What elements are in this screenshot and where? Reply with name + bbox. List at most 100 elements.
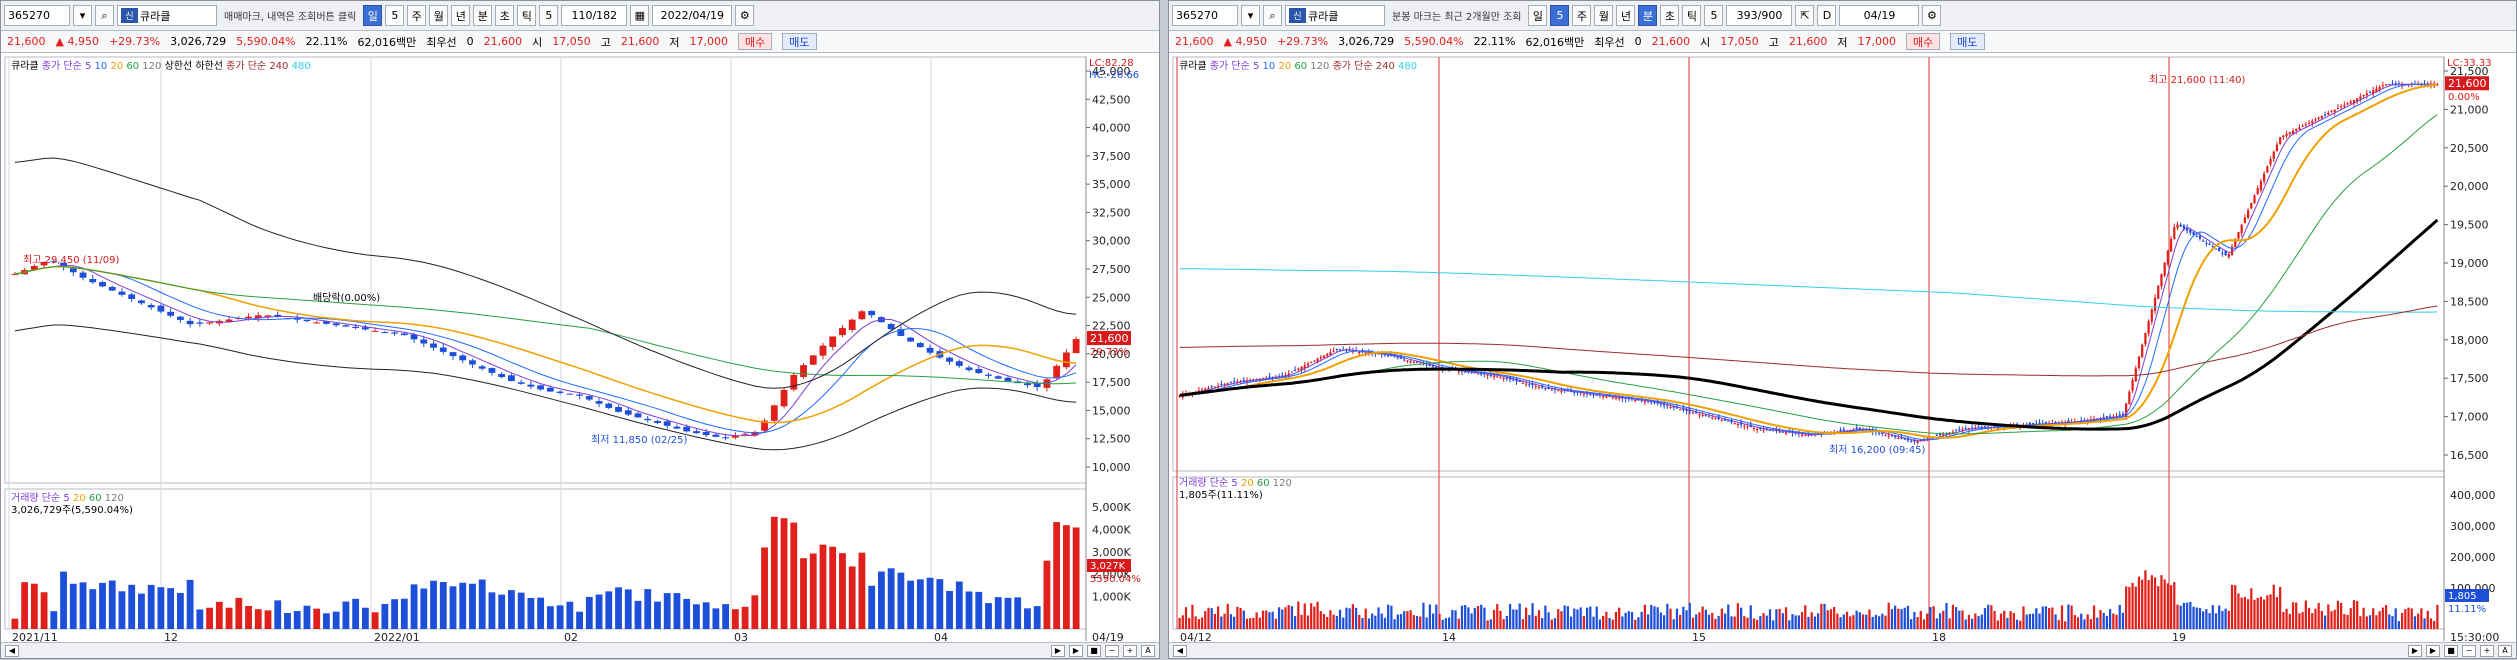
candle-body <box>2298 127 2301 130</box>
volume-bar <box>1964 619 1967 629</box>
volume-bar <box>1216 606 1220 629</box>
y-tick-label: 20,000 <box>2450 180 2489 193</box>
candle-body <box>2384 84 2388 86</box>
candle-body <box>2282 135 2285 138</box>
volume-bar <box>2275 597 2279 629</box>
volume-bar <box>1062 525 1070 629</box>
volume-bar <box>1563 605 1566 629</box>
candle-body <box>1605 396 1608 398</box>
candle-body <box>2246 210 2250 218</box>
volume-bar <box>11 618 19 629</box>
candle-body <box>245 316 252 319</box>
volume-bar <box>459 582 467 629</box>
volume-bar <box>1894 605 1897 629</box>
candle-body <box>2256 188 2259 195</box>
volume-bar <box>1499 610 1502 629</box>
candle-body <box>1332 350 1335 352</box>
candle-body <box>1691 412 1695 414</box>
volume-bar <box>1274 618 1277 629</box>
volume-bar <box>1897 608 1900 629</box>
volume-bar <box>2157 586 2160 629</box>
current-price-tag-label: 21,600 <box>1090 332 1129 345</box>
candle-body <box>1528 384 1531 386</box>
volume-bar <box>1945 602 1948 629</box>
volume-bar <box>858 552 866 629</box>
volume-bar <box>1297 601 1300 629</box>
scroll-right-icon[interactable]: ▶ <box>2408 644 2422 657</box>
volume-bar <box>89 589 97 629</box>
candle-body <box>1409 361 1412 363</box>
volume-bar <box>517 592 525 629</box>
volume-tick-label: 300,000 <box>2450 520 2496 533</box>
volume-bar <box>1486 620 1489 629</box>
scroll-left-icon[interactable]: ◀ <box>5 644 19 657</box>
play-icon[interactable]: ▶ <box>1069 644 1083 657</box>
volume-bar <box>2134 586 2137 629</box>
candle-body <box>303 319 311 322</box>
volume-bar <box>1733 616 1736 629</box>
minute-candlestick-chart[interactable]: 21,50021,00020,50020,00019,50019,00018,5… <box>1169 1 2517 660</box>
candle-body <box>634 413 642 418</box>
stop-icon[interactable]: ■ <box>2444 644 2458 657</box>
volume-bar <box>1916 617 1919 629</box>
volume-bar <box>1926 613 1929 629</box>
volume-bar <box>1361 618 1364 629</box>
volume-bar <box>1682 606 1685 629</box>
candle-body <box>2253 195 2256 204</box>
volume-bar <box>2009 611 2012 629</box>
volume-bar <box>2086 614 2089 629</box>
volume-bar <box>2388 614 2391 629</box>
candle-body <box>1534 386 1537 388</box>
volume-bar <box>2420 608 2423 629</box>
volume-bar <box>1573 608 1576 629</box>
volume-bar <box>2169 585 2173 629</box>
volume-bar <box>887 568 895 629</box>
volume-bar <box>235 597 243 629</box>
candle-body <box>1550 389 1553 391</box>
y-tick-label: 30,000 <box>1092 235 1131 248</box>
text-size-icon[interactable]: A <box>2498 644 2512 657</box>
daily-candlestick-chart[interactable]: 45,00042,50040,00037,50035,00032,50030,0… <box>1 1 1161 660</box>
volume-bar <box>877 571 885 629</box>
text-size-icon[interactable]: A <box>1141 644 1155 657</box>
volume-bar <box>2282 611 2285 629</box>
volume-bar <box>420 588 428 629</box>
volume-bar <box>1454 610 1457 629</box>
volume-bar <box>819 544 827 629</box>
volume-bar <box>2125 586 2128 629</box>
volume-bar <box>2185 602 2189 629</box>
volume-bar <box>1399 614 1403 629</box>
candle-body <box>1762 429 1765 431</box>
candle-body <box>1233 381 1236 383</box>
volume-bar <box>2137 576 2141 629</box>
zoom-in-icon[interactable]: + <box>2480 644 2494 657</box>
zoom-out-icon[interactable]: − <box>1105 644 1119 657</box>
volume-bar <box>2083 619 2086 629</box>
candle-body <box>1310 362 1313 364</box>
volume-bar <box>2246 599 2250 629</box>
candle-body <box>2259 180 2263 191</box>
stop-icon[interactable]: ■ <box>1087 644 1101 657</box>
volume-bar <box>2397 621 2401 629</box>
volume-bar <box>654 601 661 629</box>
zoom-out-icon[interactable]: − <box>2462 644 2476 657</box>
volume-bar <box>2349 608 2352 629</box>
scroll-left-icon[interactable]: ◀ <box>1173 644 1187 657</box>
current-rate-label: 0.00% <box>2448 92 2480 103</box>
volume-bar <box>147 584 155 629</box>
volume-bar <box>128 584 136 629</box>
scroll-right-icon[interactable]: ▶ <box>1051 644 1065 657</box>
zoom-in-icon[interactable]: + <box>1123 644 1137 657</box>
volume-bar <box>1772 620 1775 629</box>
play-icon[interactable]: ▶ <box>2426 644 2440 657</box>
candle-body <box>1938 434 1942 436</box>
volume-bar <box>1409 610 1412 629</box>
volume-bar <box>1900 609 1903 629</box>
volume-bar <box>2423 618 2426 629</box>
volume-bar <box>2060 605 2064 629</box>
volume-tick-label: 200,000 <box>2450 551 2496 564</box>
volume-bar <box>430 580 437 629</box>
volume-bar <box>2314 608 2317 629</box>
candle-body <box>1242 379 1245 381</box>
volume-bar <box>2256 597 2259 629</box>
